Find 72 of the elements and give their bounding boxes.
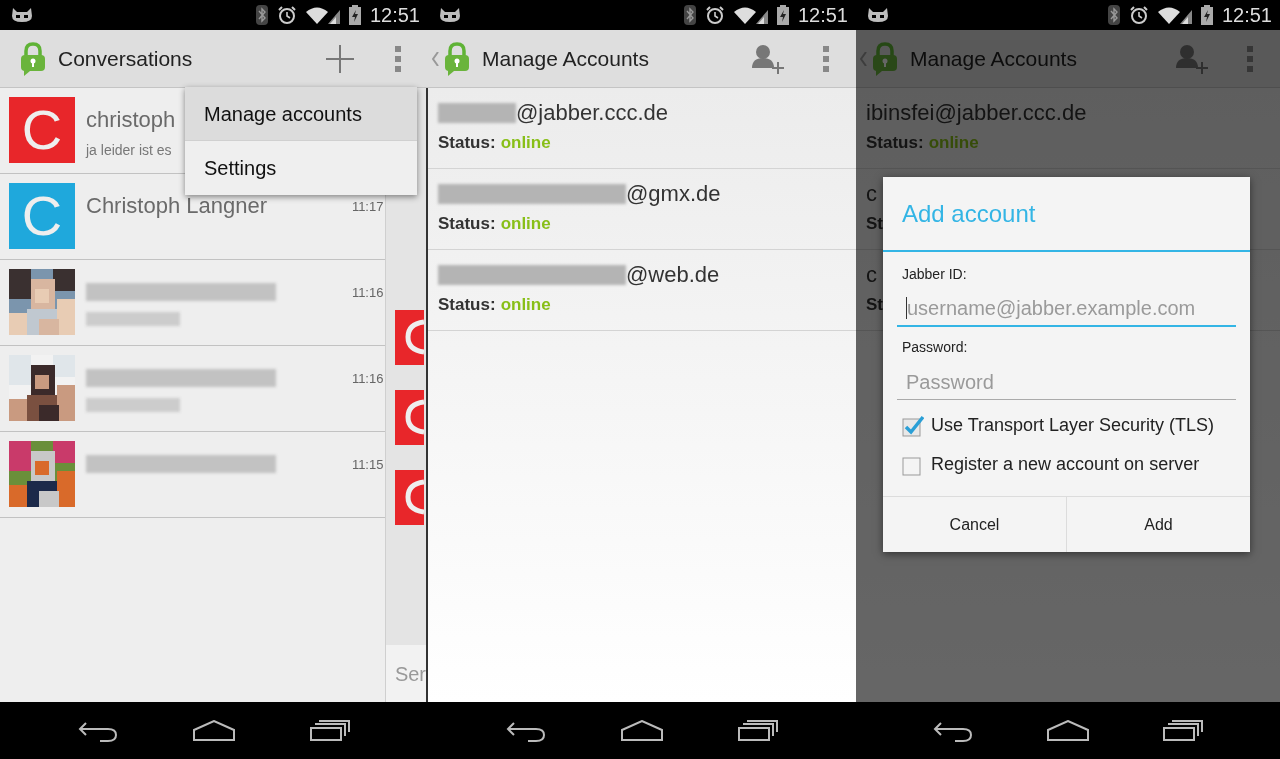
- recent-apps-icon[interactable]: [738, 720, 779, 741]
- status-value: online: [500, 296, 551, 313]
- clock-time: 12:51: [1221, 5, 1272, 25]
- app-logo-icon[interactable]: [872, 41, 898, 76]
- account-address: @jabber.ccc.de: [516, 102, 668, 124]
- home-icon[interactable]: [621, 720, 663, 741]
- app-logo-icon[interactable]: [444, 41, 470, 76]
- status-value: online: [500, 215, 551, 232]
- checkbox-label: Use Transport Layer Security (TLS): [931, 414, 1215, 437]
- status-label: Status:: [866, 134, 924, 151]
- android-head-icon: [438, 6, 462, 24]
- field-label: Jabber ID:: [901, 265, 968, 284]
- message-time: 11:17: [351, 200, 385, 213]
- signal-icon: [1157, 6, 1192, 24]
- field-label: Password:: [901, 338, 969, 357]
- dialog-title: Add account: [902, 198, 1036, 229]
- bluetooth-icon: [1107, 5, 1120, 25]
- contact-name: christoph: [86, 109, 176, 131]
- overflow-menu-icon[interactable]: [823, 45, 829, 72]
- checkbox[interactable]: [902, 414, 924, 437]
- android-head-icon: [866, 6, 890, 24]
- recent-apps-icon[interactable]: [310, 720, 351, 741]
- status-label: St: [866, 215, 883, 232]
- account-address: c: [866, 183, 877, 205]
- account-address: @gmx.de: [626, 183, 721, 205]
- recent-apps-icon[interactable]: [1163, 720, 1203, 741]
- home-icon[interactable]: [1047, 720, 1089, 741]
- screen-title: Manage Accounts: [910, 45, 1077, 72]
- checkbox-label: Register a new account on server: [931, 453, 1200, 476]
- app-logo-icon[interactable]: [20, 41, 46, 76]
- status-value: online: [500, 134, 551, 151]
- overflow-menu-icon[interactable]: [1247, 45, 1253, 72]
- contact-name: Christoph Langner: [86, 195, 267, 217]
- clock-time: 12:51: [369, 5, 420, 25]
- add-person-icon[interactable]: [752, 43, 784, 74]
- battery-icon: [776, 5, 789, 25]
- clock-time: 12:51: [797, 5, 848, 25]
- overflow-menu-icon[interactable]: [395, 45, 401, 72]
- bluetooth-icon: [683, 5, 696, 25]
- signal-icon: [733, 6, 768, 24]
- message-time: 11:16: [351, 286, 385, 299]
- battery-icon: [1200, 5, 1213, 25]
- add-icon[interactable]: [326, 44, 354, 73]
- message-preview: ja leider ist es: [86, 141, 172, 160]
- alarm-icon: [704, 5, 725, 25]
- battery-icon: [348, 5, 361, 25]
- screen-title: Conversations: [58, 45, 193, 72]
- dialog-button[interactable]: Add: [1066, 497, 1250, 552]
- status-label: St: [866, 296, 883, 313]
- message-time: 11:16: [351, 372, 385, 385]
- menu-item[interactable]: Manage accounts: [185, 87, 417, 141]
- home-icon[interactable]: [193, 720, 235, 741]
- status-label: Status:: [438, 215, 496, 232]
- message-time: 11:15: [351, 458, 385, 471]
- bluetooth-icon: [255, 5, 268, 25]
- menu-item[interactable]: Settings: [185, 141, 417, 195]
- avatar: C: [9, 97, 75, 163]
- avatar: C: [9, 183, 75, 249]
- status-label: Status:: [438, 134, 496, 151]
- status-label: Status:: [438, 296, 496, 313]
- account-address: c: [866, 264, 877, 286]
- add-person-icon[interactable]: [1176, 43, 1208, 74]
- android-head-icon: [10, 6, 34, 24]
- account-address: ibinsfei@jabber.ccc.de: [866, 102, 1087, 124]
- alarm-icon: [276, 5, 297, 25]
- signal-icon: [305, 6, 340, 24]
- account-address: @web.de: [626, 264, 720, 286]
- alarm-icon: [1128, 5, 1149, 25]
- status-value: online: [928, 134, 979, 151]
- screen-title: Manage Accounts: [482, 45, 649, 72]
- up-caret-icon[interactable]: [432, 51, 439, 66]
- dialog-button[interactable]: Cancel: [883, 497, 1066, 552]
